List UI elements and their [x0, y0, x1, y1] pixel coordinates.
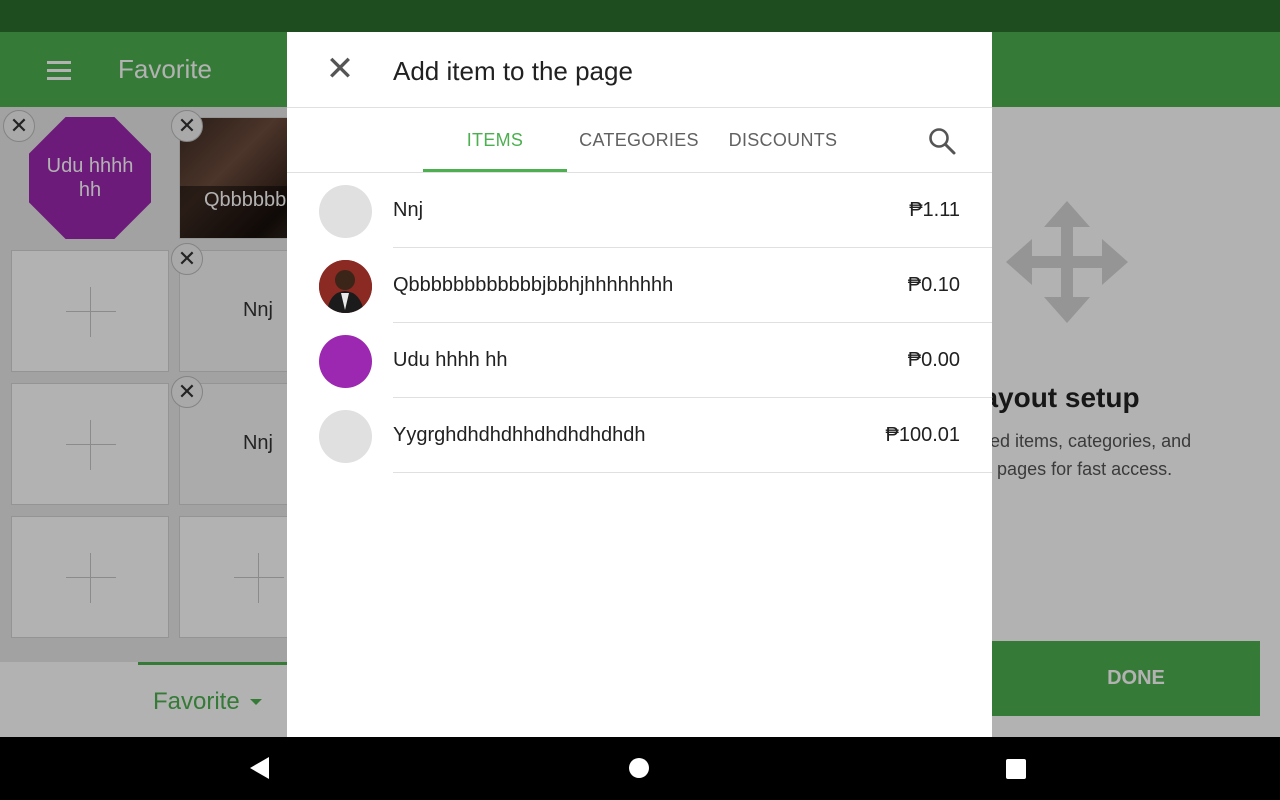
list-item[interactable]: Udu hhhh hh ₱0.00 — [287, 323, 992, 398]
item-avatar — [319, 185, 372, 238]
navigation-bar — [0, 737, 1280, 800]
tab-items[interactable]: ITEMS — [423, 108, 567, 173]
tab-categories[interactable]: CATEGORIES — [567, 108, 711, 173]
item-name: Qbbbbbbbbbbbbjbbhjhhhhhhhh — [393, 274, 674, 296]
list-item[interactable]: Yygrghdhdhdhhdhdhdhdhdh ₱100.01 — [287, 398, 992, 473]
list-item[interactable]: Qbbbbbbbbbbbbjbbhjhhhhhhhh ₱0.10 — [287, 248, 992, 323]
item-name: Nnj — [393, 199, 424, 221]
item-price: ₱1.11 — [909, 199, 960, 221]
item-price: ₱0.00 — [907, 349, 960, 371]
item-name: Udu hhhh hh — [393, 349, 508, 371]
status-bar — [0, 0, 1280, 32]
item-avatar — [319, 410, 372, 463]
search-icon[interactable] — [927, 126, 957, 156]
divider — [393, 472, 992, 473]
recents-icon[interactable] — [1006, 759, 1026, 779]
back-icon[interactable] — [250, 757, 269, 779]
person-photo-icon — [319, 260, 372, 313]
item-avatar — [319, 335, 372, 388]
active-tab-indicator — [423, 169, 567, 172]
dialog-header: ✕ Add item to the page — [287, 32, 992, 108]
dialog-tabs: ITEMS CATEGORIES DISCOUNTS — [287, 108, 992, 173]
tab-discounts[interactable]: DISCOUNTS — [711, 108, 855, 173]
close-icon[interactable]: ✕ — [323, 52, 357, 86]
item-price: ₱0.10 — [907, 274, 960, 296]
list-item[interactable]: Nnj ₱1.11 — [287, 173, 992, 248]
home-icon[interactable] — [629, 758, 649, 778]
item-price: ₱100.01 — [885, 424, 960, 446]
add-item-dialog: ✕ Add item to the page ITEMS CATEGORIES … — [287, 32, 992, 737]
dialog-title: Add item to the page — [393, 56, 633, 86]
item-avatar-photo — [319, 260, 372, 313]
item-name: Yygrghdhdhdhhdhdhdhdhdh — [393, 424, 646, 446]
